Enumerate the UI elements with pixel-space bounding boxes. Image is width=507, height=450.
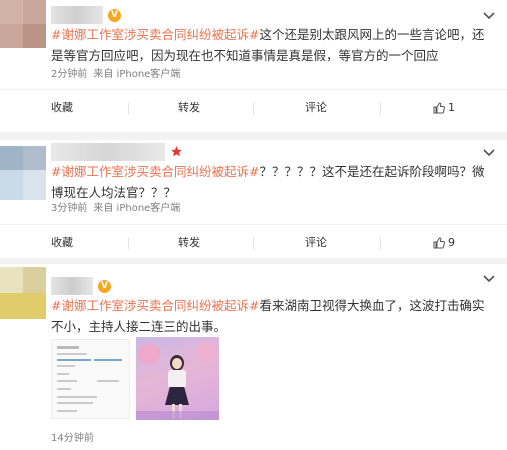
post-meta: 3分钟前 来自 iPhone客户端 [51, 202, 180, 216]
hashtag-link[interactable]: #谢娜工作室涉买卖合同纠纷被起诉# [51, 27, 259, 42]
avatar[interactable] [0, 267, 46, 319]
post-text: #谢娜工作室涉买卖合同纠纷被起诉#？？？？？这不是还在起诉阶段啊吗？微博现在人均… [51, 161, 491, 203]
chevron-down-icon[interactable] [482, 148, 496, 158]
attached-document-image[interactable] [51, 339, 130, 419]
repost-button[interactable]: 转发 [178, 225, 200, 261]
username-blurred[interactable] [51, 143, 165, 161]
repost-button[interactable]: 转发 [178, 90, 200, 126]
like-icon [433, 102, 445, 114]
star-badge-icon [171, 146, 182, 157]
comment-button[interactable]: 评论 [305, 90, 327, 126]
action-bar: 收藏 转发 评论 1 [0, 89, 507, 125]
like-button[interactable]: 9 [433, 225, 455, 261]
vip-badge-icon: V [108, 9, 121, 22]
post-time[interactable]: 14分钟前 [51, 433, 94, 444]
chevron-down-icon[interactable] [482, 11, 496, 21]
vip-badge-icon: V [98, 280, 111, 293]
like-button[interactable]: 1 [433, 90, 455, 126]
hashtag-link[interactable]: #谢娜工作室涉买卖合同纠纷被起诉# [51, 164, 259, 179]
action-bar: 收藏 转发 评论 9 [0, 224, 507, 260]
divider [380, 237, 381, 250]
comment-button[interactable]: 评论 [305, 225, 327, 261]
post-meta: 2分钟前 来自 iPhone客户端 [51, 68, 180, 82]
post-source: 来自 iPhone客户端 [93, 69, 181, 80]
post-time[interactable]: 3分钟前 [51, 203, 87, 214]
divider [128, 102, 129, 115]
divider [253, 237, 254, 250]
divider [253, 102, 254, 115]
post-card: V #谢娜工作室涉买卖合同纠纷被起诉#这个还是别太跟风网上的一些言论吧，还是等官… [0, 0, 507, 132]
post-card: #谢娜工作室涉买卖合同纠纷被起诉#？？？？？这不是还在起诉阶段啊吗？微博现在人均… [0, 140, 507, 258]
divider [128, 237, 129, 250]
post-text: #谢娜工作室涉买卖合同纠纷被起诉#看来湖南卫视得大换血了，这波打击确实不小，主持… [51, 295, 491, 337]
chevron-down-icon[interactable] [482, 274, 496, 284]
like-count: 1 [448, 101, 455, 114]
avatar[interactable] [0, 146, 46, 200]
hashtag-link[interactable]: #谢娜工作室涉买卖合同纠纷被起诉# [51, 298, 259, 313]
post-time[interactable]: 2分钟前 [51, 69, 87, 80]
username-blurred[interactable] [51, 6, 103, 24]
avatar[interactable] [0, 0, 46, 48]
username-blurred[interactable] [51, 277, 93, 295]
post-text: #谢娜工作室涉买卖合同纠纷被起诉#这个还是别太跟风网上的一些言论吧，还是等官方回… [51, 24, 491, 66]
post-source: 来自 iPhone客户端 [93, 203, 181, 214]
like-count: 9 [448, 236, 455, 249]
like-icon [433, 237, 445, 249]
collect-button[interactable]: 收藏 [51, 90, 73, 126]
attached-photo-image[interactable] [136, 337, 219, 420]
post-meta: 14分钟前 [51, 432, 94, 446]
post-card: V #谢娜工作室涉买卖合同纠纷被起诉#看来湖南卫视得大换血了，这波打击确实不小，… [0, 264, 507, 450]
collect-button[interactable]: 收藏 [51, 225, 73, 261]
divider [380, 102, 381, 115]
